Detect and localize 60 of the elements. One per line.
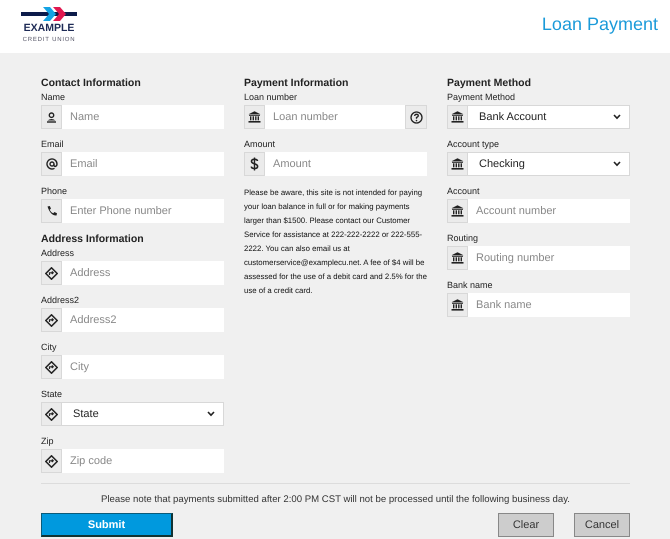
field-label: Payment Method — [447, 92, 516, 102]
input-field[interactable]: Enter Phone number — [62, 199, 224, 223]
bank-icon — [451, 111, 464, 123]
field-label: Email — [41, 139, 65, 149]
question-icon — [410, 110, 422, 124]
page-title: Loan Payment — [542, 14, 658, 35]
input-field[interactable]: Routing number — [468, 246, 630, 270]
bank-icon — [451, 158, 464, 170]
action-button[interactable]: Cancel — [574, 513, 630, 537]
person-icon — [46, 112, 57, 122]
direction-sign-icon — [45, 454, 58, 468]
input-field[interactable]: Email — [62, 152, 224, 176]
input-field[interactable]: Amount — [265, 152, 427, 176]
field-label: Routing — [447, 233, 480, 243]
direction-sign-icon — [45, 408, 58, 420]
input-field[interactable]: Address2 — [62, 308, 224, 332]
input-field[interactable]: Bank name — [468, 293, 630, 317]
phone-icon — [46, 205, 58, 217]
logo-chevrons-icon — [21, 7, 77, 21]
field-label: Loan number — [244, 92, 298, 102]
input-field[interactable]: Loan number — [265, 105, 405, 129]
footer-note: Please note that payments submitted after 2:00 PM CST will not be processed until the following business day. — [100, 494, 571, 505]
field-label: Address2 — [41, 295, 80, 305]
field-label: State — [41, 389, 64, 399]
field-label: Phone — [41, 186, 68, 196]
chevron-down-icon — [613, 114, 621, 120]
logo-name: EXAMPLE — [24, 23, 74, 34]
direction-sign-icon — [45, 314, 58, 326]
input-field[interactable]: City — [62, 355, 224, 379]
help-button[interactable] — [405, 105, 427, 129]
field-label: City — [41, 342, 58, 352]
dropdown[interactable]: Bank Account — [468, 105, 630, 129]
bank-icon — [451, 205, 464, 217]
input-field[interactable]: Account number — [468, 199, 630, 223]
field-label: Account type — [447, 139, 500, 149]
section-heading: Payment Information — [244, 77, 350, 89]
at-sign-icon — [46, 158, 58, 170]
input-field[interactable]: Address — [62, 261, 224, 285]
dropdown[interactable]: State — [62, 402, 224, 426]
field-label: Bank name — [447, 280, 494, 290]
field-label: Zip — [41, 436, 55, 446]
field-label: Account — [447, 186, 481, 196]
section-heading: Contact Information — [41, 77, 142, 89]
chevron-down-icon — [613, 161, 621, 167]
field-label: Address — [41, 248, 76, 258]
bank-icon — [451, 252, 464, 264]
section-heading: Payment Method — [447, 77, 532, 89]
input-field[interactable]: Name — [62, 105, 224, 129]
bank-icon — [451, 299, 464, 311]
dropdown[interactable]: Checking — [468, 152, 630, 176]
direction-sign-icon — [45, 266, 58, 280]
field-label: Amount — [244, 139, 276, 149]
section-heading: Address Information — [41, 233, 145, 245]
field-label: Name — [41, 92, 66, 102]
dollar-icon — [250, 157, 259, 171]
input-field[interactable]: Zip code — [62, 449, 224, 473]
direction-sign-icon — [45, 360, 58, 374]
action-button[interactable]: Clear — [498, 513, 554, 537]
bank-icon — [248, 111, 261, 123]
chevron-down-icon — [207, 411, 215, 417]
